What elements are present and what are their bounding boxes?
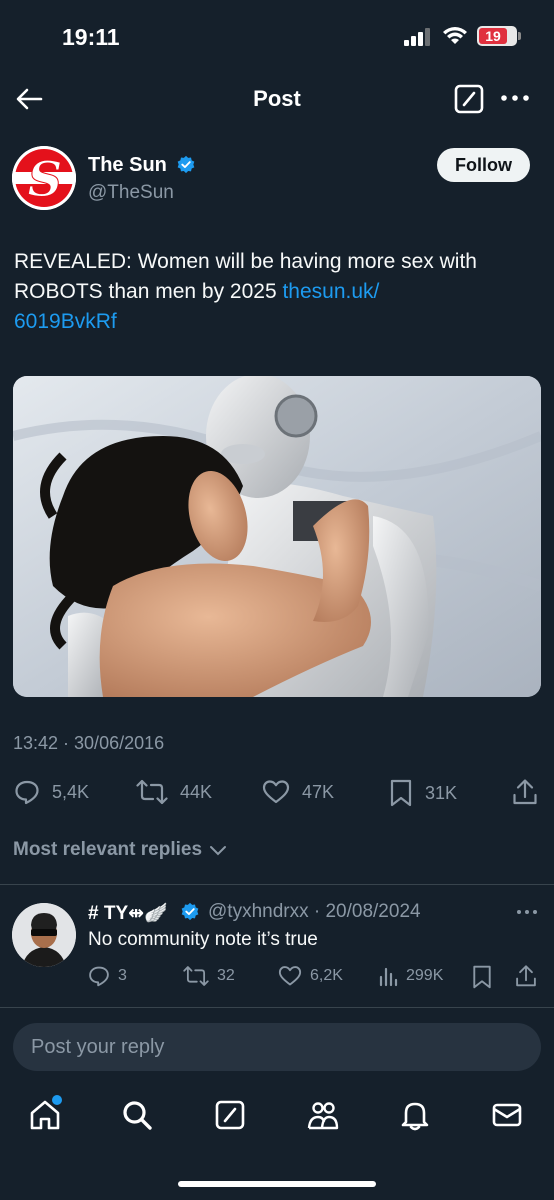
like-icon	[278, 966, 302, 986]
bookmark-icon[interactable]	[471, 965, 493, 989]
reply-input[interactable]: Post your reply	[13, 1023, 541, 1071]
repost-icon	[183, 966, 209, 986]
share-icon[interactable]	[515, 964, 537, 988]
communities-icon[interactable]	[306, 1098, 340, 1132]
reply-reply-count: 3	[118, 967, 127, 984]
messages-icon[interactable]	[490, 1098, 524, 1132]
notifications-icon[interactable]	[398, 1098, 432, 1132]
post-image-illustration	[13, 376, 541, 697]
reply-text: No community note it’s true	[88, 929, 318, 950]
like-button[interactable]: 47K	[262, 779, 334, 805]
the-sun-logo: S	[12, 146, 76, 210]
reply-repost-count: 32	[217, 967, 235, 984]
reply-avatar[interactable]	[12, 903, 76, 967]
reply-reply-button[interactable]: 3	[88, 965, 127, 987]
reply-views-button[interactable]: 299K	[378, 965, 443, 987]
author-name[interactable]: The Sun	[88, 154, 167, 177]
share-icon[interactable]	[512, 778, 538, 806]
reply-repost-button[interactable]: 32	[183, 965, 235, 987]
divider	[0, 1007, 554, 1008]
replies-filter-dropdown[interactable]: Most relevant replies	[13, 839, 228, 861]
reply-views-count: 299K	[406, 967, 444, 984]
post-text-main: REVEALED: Women will be having more sex …	[14, 250, 477, 303]
reply-icon	[15, 780, 39, 805]
follow-button[interactable]: Follow	[437, 148, 530, 182]
search-icon[interactable]	[120, 1098, 154, 1132]
bookmark-count: 31K	[425, 782, 458, 803]
post-text: REVEALED: Women will be having more sex …	[14, 247, 544, 337]
replies-filter-label: Most relevant replies	[13, 839, 203, 860]
more-icon[interactable]	[516, 908, 538, 916]
more-icon[interactable]	[500, 90, 530, 106]
post-link-part-1[interactable]: thesun.uk/	[282, 280, 379, 303]
home-notification-dot	[52, 1095, 62, 1105]
reply-like-count: 6,2K	[310, 967, 343, 984]
like-icon	[262, 780, 290, 804]
post-link-part-2[interactable]: 6019BvkRf	[14, 310, 117, 333]
reply-button[interactable]: 5,4K	[14, 779, 89, 805]
repost-icon	[136, 779, 168, 805]
wifi-icon	[443, 27, 467, 44]
divider	[0, 884, 554, 885]
reply-like-button[interactable]: 6,2K	[278, 965, 343, 987]
post-timestamp[interactable]: 13:42 · 30/06/2016	[13, 733, 164, 754]
post-image[interactable]	[13, 376, 541, 697]
repost-count: 44K	[180, 781, 213, 802]
home-indicator[interactable]	[178, 1181, 376, 1187]
bookmark-icon	[390, 779, 412, 807]
grok-icon[interactable]	[453, 83, 485, 115]
battery-level: 19	[479, 28, 507, 44]
status-time: 19:11	[62, 24, 120, 50]
verified-icon	[181, 902, 199, 921]
svg-text:S: S	[28, 152, 63, 208]
battery-indicator: 19	[477, 26, 521, 46]
views-icon	[379, 967, 398, 987]
grok-icon[interactable]	[213, 1098, 247, 1132]
author-handle[interactable]: @TheSun	[88, 182, 174, 204]
reply-icon	[89, 966, 109, 987]
author-avatar[interactable]: S	[12, 146, 76, 210]
reply-author-name[interactable]: # TY⇹🪽	[88, 901, 168, 925]
verified-icon	[177, 155, 195, 174]
reply-author-handle-date[interactable]: @tyxhndrxx · 20/08/2024	[208, 901, 421, 923]
reply-count: 5,4K	[52, 781, 90, 802]
repost-button[interactable]: 44K	[136, 779, 212, 805]
like-count: 47K	[302, 781, 335, 802]
bookmark-button[interactable]: 31K	[389, 779, 457, 807]
reply-avatar-image	[12, 903, 76, 967]
chevron-down-icon	[210, 846, 227, 856]
cellular-signal-icon	[404, 28, 430, 46]
